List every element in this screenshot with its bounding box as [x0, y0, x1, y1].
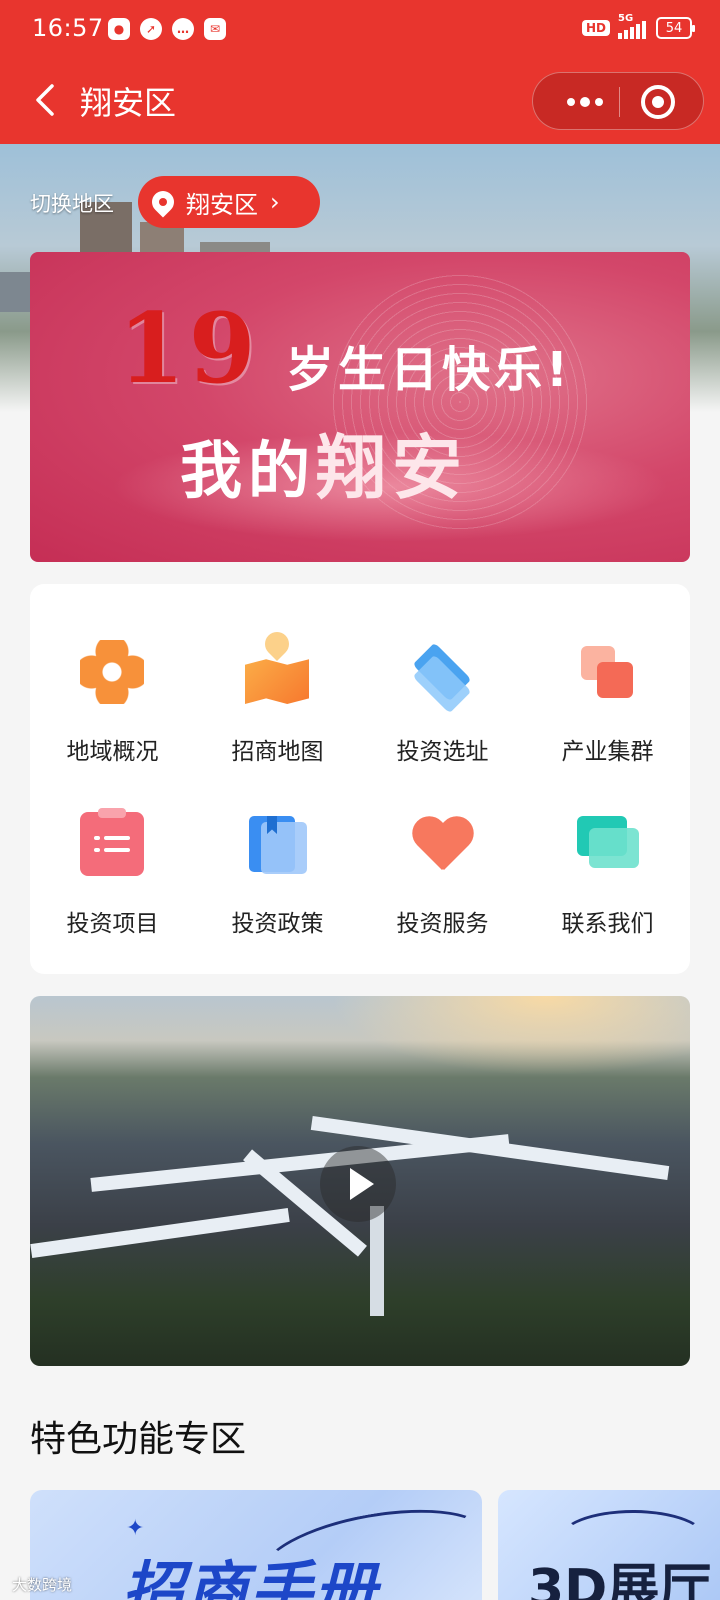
banner-subheadline-emphasis: 翔安: [316, 427, 469, 509]
banner-subheadline-prefix: 我的: [180, 434, 317, 507]
clipboard-icon: [80, 808, 144, 876]
terminal-wing: [30, 1207, 290, 1259]
page-title: 翔安区: [80, 84, 177, 122]
close-miniprogram-icon[interactable]: [641, 85, 675, 119]
banner-headline: 岁生日快乐!: [286, 342, 572, 398]
grid-item-label: 投资服务: [396, 911, 489, 937]
grid-item-region-overview[interactable]: 地域概况: [30, 584, 195, 765]
notification-icons: ● ➚ … ✉: [108, 18, 226, 40]
grid-item-contact-us[interactable]: 联系我们: [525, 756, 690, 937]
switch-region-label: 切换地区: [30, 192, 114, 216]
sunset-glow: [330, 996, 690, 1076]
compass-icon: ➚: [140, 18, 162, 40]
section-title: 特色功能专区: [30, 1419, 247, 1460]
grid-item-investment-service[interactable]: 投资服务: [360, 756, 525, 937]
grid-item-label: 联系我们: [561, 911, 654, 937]
region-selector-button[interactable]: 翔安区 ›: [138, 176, 320, 228]
feature-card-label: 招商手册: [122, 1554, 379, 1600]
feature-grid: 地域概况 招商地图 投资选址 产业集群 投资项目 投资政策 投资服务 联系我们: [30, 584, 690, 974]
grid-item-investment-policy[interactable]: 投资政策: [195, 756, 360, 937]
status-bar: 16:57 ● ➚ … ✉ HD 5G 54: [0, 0, 720, 60]
heart-icon: [410, 812, 474, 876]
map-icon: [245, 627, 309, 704]
cluster-icon: [575, 640, 639, 704]
capsule-divider: [619, 87, 620, 117]
banner-subheadline: 我的翔安: [180, 412, 468, 513]
grid-item-label: 投资项目: [66, 911, 159, 937]
watermark: 大数跨境: [12, 1576, 73, 1594]
system-icons: HD 5G 54: [581, 13, 695, 39]
flower-icon: [80, 640, 144, 704]
feature-card-investment-handbook[interactable]: ✦ 招商手册: [30, 1490, 482, 1600]
weibo-icon: ●: [108, 18, 130, 40]
control-tower: [370, 1206, 384, 1316]
book-icon: [245, 812, 309, 876]
inbox-icon: ✉: [204, 18, 226, 40]
promo-banner[interactable]: 19 岁生日快乐! 我的翔安: [30, 252, 690, 562]
more-icon[interactable]: [555, 73, 615, 131]
grid-item-industry-cluster[interactable]: 产业集群: [525, 584, 690, 765]
feature-card-3d-hall[interactable]: 3D展厅: [498, 1490, 720, 1600]
message-icon: …: [172, 18, 194, 40]
promo-video[interactable]: [30, 996, 690, 1366]
miniprogram-capsule: [532, 72, 704, 130]
back-icon[interactable]: [28, 80, 68, 120]
grid-item-investment-projects[interactable]: 投资项目: [30, 756, 195, 937]
layers-icon: [410, 640, 474, 714]
chat-icon: [575, 812, 639, 876]
status-time: 16:57: [32, 14, 104, 42]
feature-card-label: 3D展厅: [528, 1559, 712, 1600]
top-bar: 16:57 ● ➚ … ✉ HD 5G 54 翔安区: [0, 0, 720, 144]
region-name: 翔安区: [186, 190, 258, 219]
play-icon[interactable]: [320, 1146, 396, 1222]
hd-icon: HD: [581, 20, 610, 36]
chevron-right-icon: ›: [270, 188, 280, 216]
signal-icon: 5G: [618, 13, 648, 39]
battery-icon: 54: [656, 17, 695, 39]
banner-number: 19: [118, 292, 260, 405]
location-pin-icon: [147, 186, 179, 218]
grid-item-site-selection[interactable]: 投资选址: [360, 584, 525, 765]
grid-item-label: 投资政策: [231, 911, 324, 937]
sparkle-icon: ✦: [126, 1516, 145, 1541]
grid-item-investment-map[interactable]: 招商地图: [195, 584, 360, 765]
nav-bar: 翔安区: [0, 60, 720, 144]
